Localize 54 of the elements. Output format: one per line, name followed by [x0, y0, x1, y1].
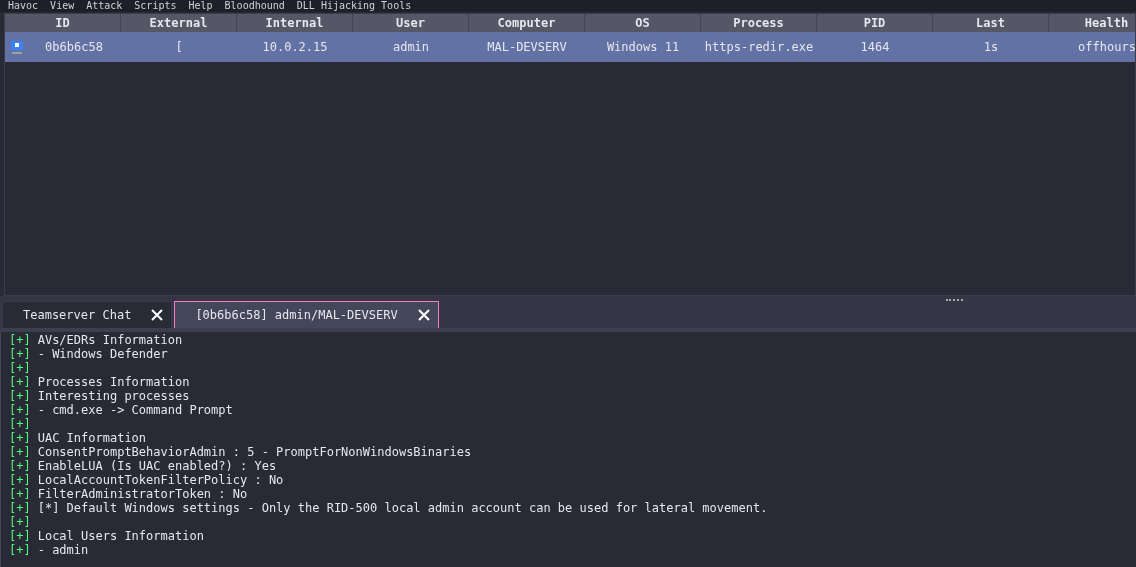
menu-item[interactable]: Havoc	[8, 0, 39, 12]
log-prefix: [+]	[9, 473, 31, 487]
log-text: LocalAccountTokenFilterPolicy : No	[37, 473, 284, 487]
monitor-icon	[10, 40, 24, 54]
log-prefix: [+]	[9, 515, 31, 529]
log-text: Interesting processes	[37, 389, 190, 403]
menu-item[interactable]: View	[50, 0, 75, 12]
log-prefix: [+]	[9, 487, 31, 501]
table-cell-text: 0b6b6c58	[44, 39, 104, 56]
menu-item[interactable]: Bloodhound	[224, 0, 285, 12]
session-row[interactable]: 0b6b6c58 [ 10.0.2.15 admin MAL-DEVSERV Windows 11 https-redir.exe 1464 1s offhours	[5, 32, 1135, 62]
log-text: [*] Default Windows settings - Only the RID-500 local admin account can be used for lateral movement.	[37, 501, 768, 515]
log-prefix: [+]	[9, 375, 31, 389]
log-text: EnableLUA (Is UAC enabled?) : Yes	[37, 459, 277, 473]
close-icon[interactable]	[417, 309, 430, 321]
tab[interactable]: Teamserver Chat	[2, 301, 173, 328]
log-prefix: [+]	[9, 445, 31, 459]
log-prefix: [+]	[9, 543, 31, 557]
table-cell-text: 10.0.2.15	[261, 39, 329, 56]
tab-label: [0b6b6c58] admin/MAL-DEVSERV	[195, 307, 398, 324]
log-prefix: [+]	[9, 347, 31, 361]
log-prefix: [+]	[9, 417, 31, 431]
log-text: Local Users Information	[37, 529, 204, 543]
menu-item[interactable]: Scripts	[134, 0, 177, 12]
log-prefix: [+]	[9, 459, 31, 473]
close-icon[interactable]	[151, 309, 164, 321]
table-cell-text: MAL-DEVSERV	[486, 39, 568, 56]
log-text: UAC Information	[37, 431, 147, 445]
log-prefix: [+]	[9, 389, 31, 403]
log-prefix: [+]	[9, 501, 31, 515]
log-prefix: [+]	[9, 361, 31, 375]
log-text: AVs/EDRs Information	[37, 333, 183, 347]
table-cell-text: https-redir.exe	[703, 39, 815, 56]
log-prefix: [+]	[9, 333, 31, 347]
log-prefix: [+]	[9, 529, 31, 543]
menu-item[interactable]: Attack	[86, 0, 123, 12]
log-text: - cmd.exe -> Command Prompt	[37, 403, 233, 417]
log-text: Processes Information	[37, 375, 190, 389]
tab-label: Teamserver Chat	[23, 307, 132, 324]
menu-item[interactable]: DLL Hijacking Tools	[296, 0, 412, 12]
menu-item[interactable]: Help	[188, 0, 213, 12]
table-cell-text: 1s	[982, 39, 1000, 56]
log-prefix: [+]	[9, 431, 31, 445]
table-cell-text: admin	[391, 39, 431, 56]
table-cell-text: 1464	[859, 39, 891, 56]
log-text: FilterAdministratorToken : No	[37, 487, 248, 501]
table-cell-text: Windows 11	[605, 39, 681, 56]
log-text: - Windows Defender	[37, 347, 168, 361]
tab[interactable]: [0b6b6c58] admin/MAL-DEVSERV	[174, 301, 439, 328]
log-text: - admin	[37, 543, 89, 557]
log-text: ConsentPromptBehaviorAdmin : 5 - PromptForNonWindowsBinaries	[37, 445, 472, 459]
table-cell-text: offhours	[1077, 39, 1136, 56]
log-prefix: [+]	[9, 403, 31, 417]
table-cell-text: [	[174, 39, 184, 56]
